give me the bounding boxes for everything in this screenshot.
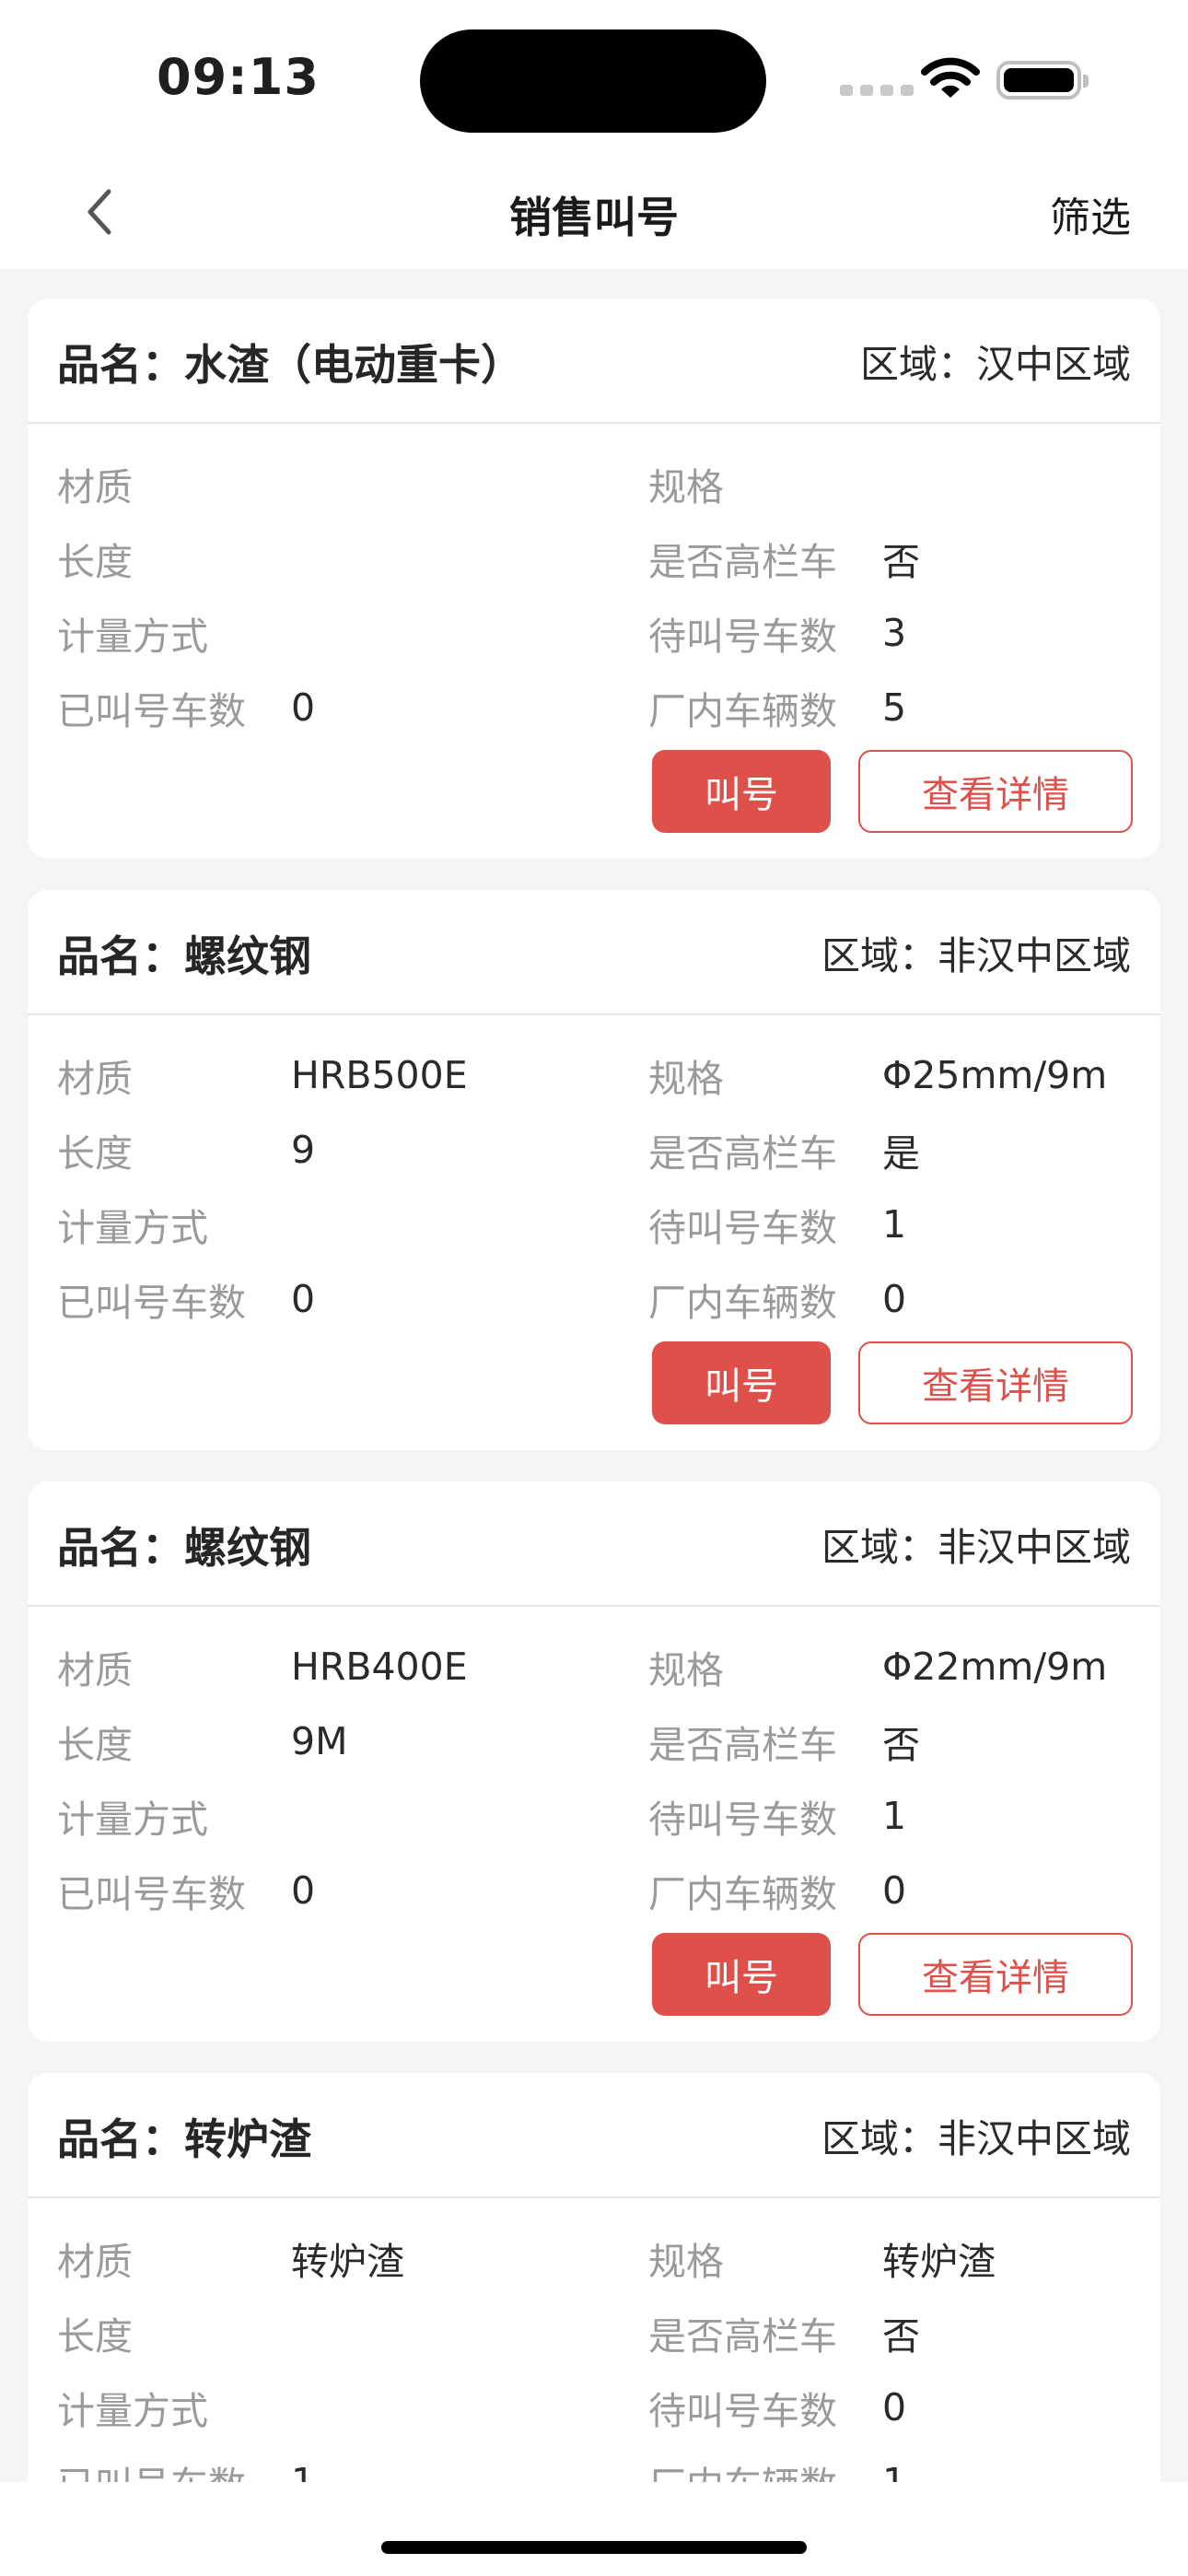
waiting-value: 0 bbox=[882, 2384, 907, 2430]
card-actions: 叫号 查看详情 bbox=[652, 750, 1133, 833]
in-plant-label: 厂内车辆数 bbox=[648, 688, 837, 733]
card-details: 材质转炉渣规格转炉渣 长度是否高栏车否 计量方式待叫号车数0 已叫号车数1厂内车… bbox=[57, 2220, 1131, 2483]
called-label: 已叫号车数 bbox=[57, 2454, 291, 2483]
in-plant-value: 0 bbox=[882, 1276, 907, 1321]
length-label: 长度 bbox=[57, 1130, 133, 1176]
called-value: 0 bbox=[291, 1868, 316, 1913]
region-label: 区域：汉中区域 bbox=[859, 342, 1131, 387]
material-label: 材质 bbox=[57, 2239, 133, 2284]
view-detail-button[interactable]: 查看详情 bbox=[858, 1341, 1133, 1424]
wifi-icon bbox=[921, 57, 980, 98]
list-item: 品名：水渣（电动重卡） 区域：汉中区域 材质 规格 长度 是否高栏车否 计量方式 待叫… bbox=[28, 299, 1160, 859]
called-value: 0 bbox=[291, 1276, 316, 1321]
waiting-value: 1 bbox=[882, 1201, 907, 1247]
card-actions: 叫号 查看详情 bbox=[652, 1933, 1133, 2016]
high-rail-label: 是否高栏车 bbox=[648, 2313, 837, 2359]
view-detail-button[interactable]: 查看详情 bbox=[858, 1933, 1133, 2016]
spec-label: 规格 bbox=[648, 464, 724, 509]
call-list: 品名：水渣（电动重卡） 区域：汉中区域 材质 规格 长度 是否高栏车否 计量方式 待叫… bbox=[28, 299, 1160, 2482]
material-value: 转炉渣 bbox=[291, 2239, 404, 2284]
material-label: 材质 bbox=[57, 464, 133, 509]
waiting-label: 待叫号车数 bbox=[648, 1797, 837, 1842]
product-name: 品名：转炉渣 bbox=[57, 2114, 311, 2164]
in-plant-label: 厂内车辆数 bbox=[648, 2454, 882, 2483]
region-label: 区域：非汉中区域 bbox=[821, 1525, 1131, 1570]
metering-label: 计量方式 bbox=[57, 2388, 208, 2433]
call-button[interactable]: 叫号 bbox=[652, 1933, 831, 2016]
high-rail-value: 是 bbox=[882, 1130, 920, 1176]
called-value: 1 bbox=[291, 2459, 316, 2483]
card-details: 材质 规格 长度 是否高栏车否 计量方式 待叫号车数 3 已叫号车数 0 厂内车辆数 5 bbox=[57, 446, 1131, 744]
list-item: 品名：转炉渣 区域：非汉中区域 材质 转炉渣 规格 转炉渣 长度 是否高栏车否 计量方式… bbox=[28, 2073, 1160, 2482]
status-time: 09:13 bbox=[157, 48, 320, 106]
high-rail-value: 否 bbox=[882, 2313, 920, 2359]
length-value: 9M bbox=[291, 1718, 348, 1763]
waiting-label: 待叫号车数 bbox=[648, 614, 837, 659]
waiting-label: 待叫号车数 bbox=[648, 2388, 837, 2433]
high-rail-label: 是否高栏车 bbox=[648, 1130, 837, 1176]
high-rail-label: 是否高栏车 bbox=[648, 1722, 837, 1767]
status-bar: 09:13 bbox=[0, 0, 1188, 157]
region-label: 区域：非汉中区域 bbox=[821, 2116, 1131, 2161]
list-item: 品名：螺纹钢 区域：非汉中区域 材质 HRB400E 规格 Φ22mm/9m 长度 9M… bbox=[28, 1481, 1160, 2042]
page-title: 销售叫号 bbox=[509, 193, 679, 242]
list-item: 品名：螺纹钢 区域：非汉中区域 材质 HRB500E 规格 Φ25mm/9m 长度 9 是… bbox=[28, 890, 1160, 1450]
length-label: 长度 bbox=[57, 2313, 133, 2359]
filter-button[interactable]: 筛选 bbox=[1050, 184, 1131, 243]
called-label: 已叫号车数 bbox=[57, 1871, 246, 1916]
card-header: 品名：螺纹钢 区域：非汉中区域 bbox=[28, 890, 1160, 1015]
length-label: 长度 bbox=[57, 539, 133, 584]
spec-label: 规格 bbox=[648, 1056, 724, 1101]
card-actions: 叫号 查看详情 bbox=[652, 1341, 1133, 1424]
card-header: 品名：转炉渣 区域：非汉中区域 bbox=[28, 2073, 1160, 2198]
waiting-value: 1 bbox=[882, 1793, 907, 1838]
high-rail-value: 否 bbox=[882, 1722, 920, 1767]
spec-value: Φ25mm/9m bbox=[882, 1052, 1108, 1097]
material-value: HRB500E bbox=[291, 1052, 468, 1097]
metering-label: 计量方式 bbox=[57, 614, 208, 659]
spec-value: 转炉渣 bbox=[882, 2239, 996, 2284]
metering-label: 计量方式 bbox=[57, 1797, 208, 1842]
in-plant-value: 0 bbox=[882, 1868, 907, 1913]
waiting-value: 3 bbox=[882, 610, 907, 655]
cellular-signal-icon bbox=[840, 85, 914, 96]
home-indicator-area bbox=[0, 2482, 1188, 2576]
spec-label: 规格 bbox=[648, 1647, 724, 1692]
call-button[interactable]: 叫号 bbox=[652, 750, 831, 833]
material-label: 材质 bbox=[57, 1056, 133, 1101]
metering-label: 计量方式 bbox=[57, 1205, 208, 1250]
material-value: HRB400E bbox=[291, 1644, 468, 1689]
called-label: 已叫号车数 bbox=[57, 1280, 246, 1325]
product-name: 品名：螺纹钢 bbox=[57, 1523, 311, 1573]
region-label: 区域：非汉中区域 bbox=[821, 933, 1131, 978]
view-detail-button[interactable]: 查看详情 bbox=[858, 750, 1133, 833]
product-name: 品名：水渣（电动重卡） bbox=[57, 340, 523, 390]
spec-value: Φ22mm/9m bbox=[882, 1644, 1108, 1689]
length-label: 长度 bbox=[57, 1722, 133, 1767]
card-header: 品名：螺纹钢 区域：非汉中区域 bbox=[28, 1481, 1160, 1607]
called-label: 已叫号车数 bbox=[57, 688, 246, 733]
in-plant-value: 5 bbox=[882, 685, 907, 730]
navigation-bar: 销售叫号 筛选 bbox=[0, 157, 1188, 269]
call-button[interactable]: 叫号 bbox=[652, 1341, 831, 1424]
high-rail-value: 否 bbox=[882, 539, 920, 584]
in-plant-label: 厂内车辆数 bbox=[648, 1280, 837, 1325]
material-label: 材质 bbox=[57, 1647, 133, 1692]
card-details: 材质 HRB500E 规格 Φ25mm/9m 长度 9 是否高栏车是 计量方式 待叫号车数 1… bbox=[57, 1037, 1131, 1336]
product-name: 品名：螺纹钢 bbox=[57, 931, 311, 981]
waiting-label: 待叫号车数 bbox=[648, 1205, 837, 1250]
spec-label: 规格 bbox=[648, 2239, 724, 2284]
high-rail-label: 是否高栏车 bbox=[648, 539, 837, 584]
home-indicator[interactable] bbox=[381, 2541, 807, 2554]
in-plant-value: 1 bbox=[882, 2459, 907, 2483]
called-value: 0 bbox=[291, 685, 316, 730]
card-details: 材质 HRB400E 规格 Φ22mm/9m 长度 9M 是否高栏车否 计量方式 待叫号车数… bbox=[57, 1629, 1131, 1927]
length-value: 9 bbox=[291, 1127, 316, 1172]
battery-icon bbox=[996, 61, 1089, 100]
card-header: 品名：水渣（电动重卡） 区域：汉中区域 bbox=[28, 299, 1160, 424]
dynamic-island bbox=[420, 29, 766, 133]
in-plant-label: 厂内车辆数 bbox=[648, 1871, 837, 1916]
